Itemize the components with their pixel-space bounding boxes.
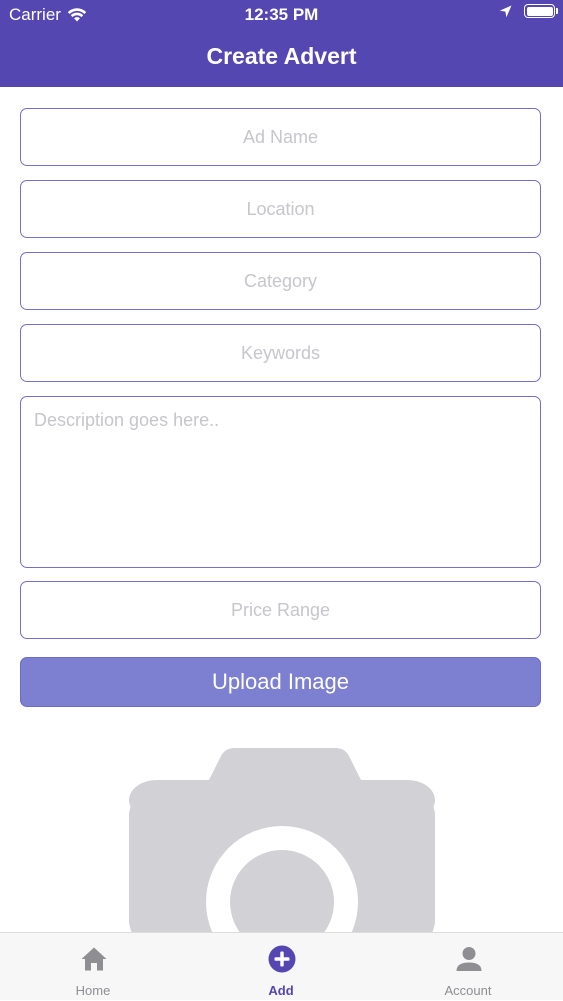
description-placeholder: Description goes here..: [34, 410, 220, 430]
upload-image-label: Upload Image: [212, 669, 349, 694]
upload-image-button[interactable]: Upload Image: [20, 657, 541, 707]
tab-add-label: Add: [268, 983, 294, 998]
status-bar: Carrier 12:35 PM: [0, 0, 563, 30]
status-time: 12:35 PM: [244, 5, 319, 24]
status-indicators: [499, 4, 558, 18]
ad-name-placeholder: Ad Name: [242, 126, 319, 147]
tab-home-label: Home: [75, 983, 111, 998]
tab-account[interactable]: Account: [408, 933, 528, 1001]
category-input[interactable]: Category: [20, 252, 541, 310]
person-icon: [456, 947, 482, 971]
camera-placeholder-icon[interactable]: [129, 748, 435, 932]
description-textarea[interactable]: Description goes here..: [20, 396, 541, 568]
battery-icon: [524, 4, 558, 18]
page-title: Create Advert: [206, 43, 357, 69]
price-range-input[interactable]: Price Range: [20, 581, 541, 639]
price-range-placeholder: Price Range: [230, 599, 331, 620]
keywords-placeholder: Keywords: [240, 342, 321, 363]
app-header: Carrier 12:35 PM Create Advert: [0, 0, 563, 87]
add-circle-icon: [268, 945, 296, 973]
location-placeholder: Location: [246, 198, 315, 219]
ad-name-input[interactable]: Ad Name: [20, 108, 541, 166]
home-icon: [81, 947, 107, 971]
battery-level: [526, 6, 553, 16]
tab-home[interactable]: Home: [33, 933, 153, 1001]
keywords-input[interactable]: Keywords: [20, 324, 541, 382]
tab-account-label: Account: [444, 983, 492, 998]
category-placeholder: Category: [243, 270, 318, 291]
tab-add[interactable]: Add: [221, 933, 341, 1001]
location-input[interactable]: Location: [20, 180, 541, 238]
location-arrow-icon: [499, 5, 512, 17]
tab-bar: Home Add Account: [0, 932, 563, 1000]
